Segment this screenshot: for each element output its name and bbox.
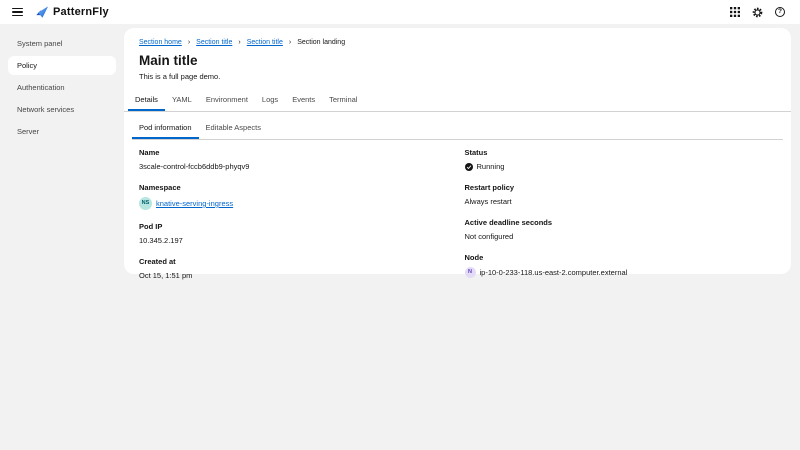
detail-group-created-at: Created at Oct 15, 1:51 pm (139, 257, 458, 280)
breadcrumb-link[interactable]: Section title (196, 39, 232, 46)
status-text: Running (477, 162, 505, 171)
app-launcher-button[interactable] (729, 6, 741, 18)
detail-label: Active deadline seconds (465, 218, 784, 227)
sidebar-item-system-panel[interactable]: System panel (8, 34, 116, 53)
tab-editable-aspects[interactable]: Editable Aspects (199, 117, 268, 139)
tab-events[interactable]: Events (285, 89, 322, 111)
brand: PatternFly (35, 5, 109, 19)
main-panel: Section home › Section title › Section t… (124, 28, 791, 274)
masthead-actions: ? (729, 6, 788, 19)
details-column-right: Status Running Restart p (458, 148, 784, 292)
namespace-link[interactable]: knative-serving-ingress (156, 199, 233, 208)
tab-details[interactable]: Details (128, 89, 165, 111)
gear-icon (752, 7, 763, 18)
node-badge: N (465, 267, 476, 278)
brand-name: PatternFly (53, 6, 109, 18)
patternfly-logo-icon (35, 5, 49, 19)
tab-logs[interactable]: Logs (255, 89, 285, 111)
detail-value: 3scale-control-fccb6ddb9-phyqv9 (139, 162, 458, 171)
question-circle-icon: ? (775, 7, 785, 17)
breadcrumb-link[interactable]: Section title (247, 39, 283, 46)
detail-label: Node (465, 253, 784, 262)
check-circle-icon (465, 163, 473, 171)
hamburger-icon (12, 8, 23, 9)
detail-value: Not configured (465, 232, 784, 241)
grid-icon (730, 7, 740, 17)
detail-value: Oct 15, 1:51 pm (139, 271, 458, 280)
tab-environment[interactable]: Environment (199, 89, 255, 111)
app-root: PatternFly ? System (0, 0, 800, 450)
settings-button[interactable] (751, 6, 764, 19)
detail-value: N ip-10-0-233-118.us-east-2.computer.ext… (465, 267, 784, 278)
page-subtitle: This is a full page demo. (139, 72, 783, 81)
sidebar-item-policy[interactable]: Policy (8, 56, 116, 75)
namespace-badge: NS (139, 197, 152, 210)
detail-value: Always restart (465, 197, 784, 206)
detail-value: NS knative-serving-ingress (139, 197, 458, 210)
tab-yaml[interactable]: YAML (165, 89, 199, 111)
sidebar-item-network-services[interactable]: Network services (8, 100, 116, 119)
detail-label: Namespace (139, 183, 458, 192)
help-button[interactable]: ? (774, 6, 786, 18)
details-list: Name 3scale-control-fccb6ddb9-phyqv9 Nam… (132, 148, 783, 292)
page-title: Main title (139, 53, 783, 68)
node-name: ip-10-0-233-118.us-east-2.computer.exter… (480, 268, 628, 277)
detail-group-active-deadline: Active deadline seconds Not configured (465, 218, 784, 241)
details-column-left: Name 3scale-control-fccb6ddb9-phyqv9 Nam… (132, 148, 458, 292)
detail-group-restart-policy: Restart policy Always restart (465, 183, 784, 206)
detail-group-name: Name 3scale-control-fccb6ddb9-phyqv9 (139, 148, 458, 171)
secondary-tabs: Pod information Editable Aspects (132, 117, 783, 140)
chevron-right-icon: › (238, 39, 240, 46)
detail-value: Running (465, 162, 784, 171)
tab-terminal[interactable]: Terminal (322, 89, 364, 111)
sidebar: System panel Policy Authentication Netwo… (0, 24, 124, 144)
tab-pod-information[interactable]: Pod information (132, 117, 199, 139)
chevron-right-icon: › (289, 39, 291, 46)
detail-group-pod-ip: Pod IP 10.345.2.197 (139, 222, 458, 245)
nav-toggle-button[interactable] (10, 6, 25, 18)
detail-label: Created at (139, 257, 458, 266)
sidebar-item-server[interactable]: Server (8, 122, 116, 141)
detail-label: Pod IP (139, 222, 458, 231)
breadcrumb-current: Section landing (297, 39, 345, 46)
detail-label: Restart policy (465, 183, 784, 192)
chevron-right-icon: › (188, 39, 190, 46)
page-body: System panel Policy Authentication Netwo… (0, 24, 800, 450)
detail-group-status: Status Running (465, 148, 784, 171)
detail-group-namespace: Namespace NS knative-serving-ingress (139, 183, 458, 210)
primary-tabs: Details YAML Environment Logs Events Ter… (124, 89, 791, 112)
breadcrumb-link[interactable]: Section home (139, 39, 182, 46)
detail-label: Status (465, 148, 784, 157)
detail-group-node: Node N ip-10-0-233-118.us-east-2.compute… (465, 253, 784, 278)
detail-label: Name (139, 148, 458, 157)
masthead: PatternFly ? (0, 0, 800, 24)
breadcrumb: Section home › Section title › Section t… (139, 39, 783, 46)
detail-value: 10.345.2.197 (139, 236, 458, 245)
sidebar-item-authentication[interactable]: Authentication (8, 78, 116, 97)
